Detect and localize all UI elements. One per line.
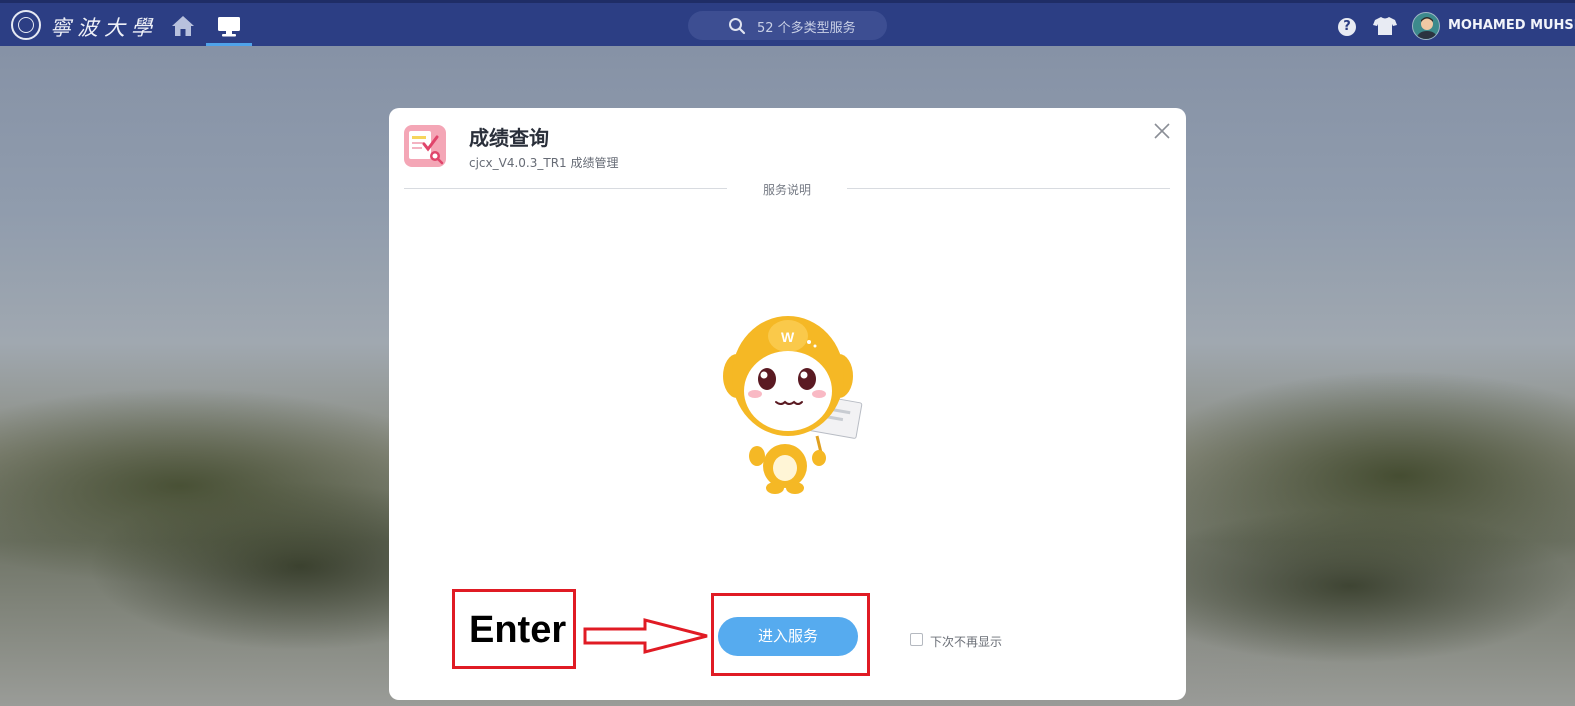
search-icon: [729, 18, 746, 35]
user-name[interactable]: MOHAMED MUHSIN: [1448, 18, 1575, 33]
active-tab-indicator: [206, 43, 252, 46]
shirt-theme-icon[interactable]: [1373, 16, 1397, 40]
home-icon[interactable]: [170, 14, 196, 40]
annotation-button-highlight: [711, 593, 870, 676]
user-avatar[interactable]: [1412, 12, 1440, 40]
close-icon[interactable]: [1151, 120, 1173, 142]
service-search-input[interactable]: 52 个多类型服务: [688, 11, 887, 40]
dialog-subtitle: cjcx_V4.0.3_TR1 成绩管理: [469, 156, 619, 170]
service-description-label: 服务说明: [763, 183, 812, 197]
desktop-icon: [218, 17, 240, 37]
university-logo-text: 寧波大學: [50, 16, 158, 40]
annotation-enter-label: Enter: [469, 609, 567, 651]
divider-left: [404, 188, 727, 189]
mascot-illustration: W: [719, 306, 869, 496]
dialog-title: 成绩查询: [469, 126, 549, 150]
svg-text:W: W: [781, 329, 795, 345]
dont-show-again-checkbox[interactable]: [910, 633, 923, 646]
divider-right: [847, 188, 1170, 189]
dont-show-again-label: 下次不再显示: [930, 635, 1003, 649]
grade-query-app-icon: [404, 125, 446, 167]
university-seal-icon: [11, 10, 41, 40]
help-icon[interactable]: ?: [1338, 18, 1356, 36]
top-navigation-bar: 寧波大學 52 个多类型服务 ? MOHAMED MUHSIN: [0, 0, 1575, 46]
search-placeholder: 52 个多类型服务: [757, 21, 856, 36]
dont-show-again-option[interactable]: 下次不再显示: [910, 629, 1002, 650]
desktop-nav-tab[interactable]: [204, 7, 254, 46]
annotation-arrow-icon: [583, 618, 713, 658]
